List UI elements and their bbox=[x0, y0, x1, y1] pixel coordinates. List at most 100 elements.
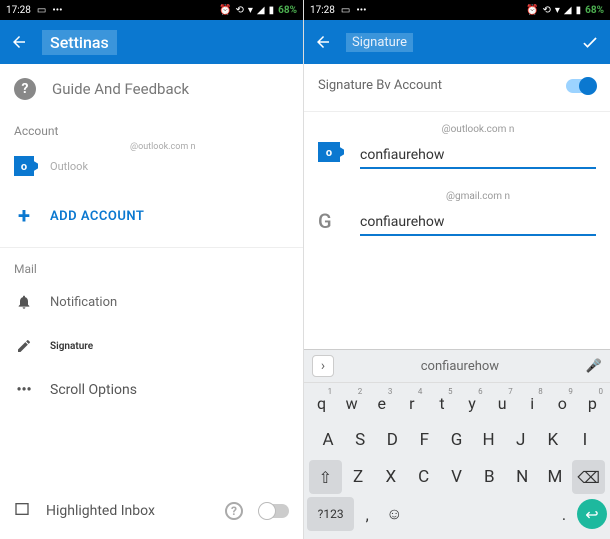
outlook-icon: o bbox=[14, 156, 34, 176]
app-bar: Signature bbox=[304, 20, 610, 64]
guide-feedback-row[interactable]: ? Guide And Feedback bbox=[0, 64, 303, 114]
status-time: 17:28 bbox=[6, 5, 31, 16]
bell-icon bbox=[14, 294, 34, 310]
divider bbox=[0, 247, 303, 248]
key-i[interactable]: i8 bbox=[518, 386, 547, 420]
add-account-row[interactable]: + ADD ACCOUNT bbox=[0, 190, 303, 243]
status-bar: 17:28 ▭ ••• ⏰ ⟲ ▾ ◢ ▮ 68% bbox=[304, 0, 610, 20]
key-f[interactable]: F bbox=[409, 423, 440, 457]
outlook-icon: o bbox=[318, 142, 340, 162]
scroll-options-row[interactable]: ••• Scroll Options bbox=[0, 368, 303, 412]
gmail-email: @gmail.com n bbox=[360, 191, 596, 202]
sync-icon: ⟲ bbox=[542, 5, 550, 16]
mic-icon[interactable]: 🎤 bbox=[586, 359, 602, 374]
sync-icon: ⟲ bbox=[235, 5, 243, 16]
key-c[interactable]: C bbox=[408, 460, 440, 494]
notification-row[interactable]: Notification bbox=[0, 280, 303, 324]
outlook-label: Outlook bbox=[50, 160, 289, 173]
key-v[interactable]: V bbox=[441, 460, 473, 494]
key-m[interactable]: M bbox=[540, 460, 572, 494]
period-key[interactable]: . bbox=[552, 497, 576, 531]
key-o[interactable]: o9 bbox=[548, 386, 577, 420]
key-q[interactable]: q1 bbox=[307, 386, 336, 420]
signal-icon: ◢ bbox=[564, 5, 572, 16]
alarm-icon: ⏰ bbox=[526, 5, 538, 16]
key-s[interactable]: S bbox=[345, 423, 376, 457]
highlighted-inbox-row[interactable]: Highlighted Inbox ? bbox=[0, 489, 303, 533]
wifi-icon: ▾ bbox=[555, 5, 560, 16]
highlighted-inbox-toggle[interactable] bbox=[259, 504, 289, 518]
key-h[interactable]: H bbox=[474, 423, 505, 457]
key-n[interactable]: N bbox=[507, 460, 539, 494]
help-icon: ? bbox=[14, 78, 36, 100]
shift-key[interactable]: ⇧ bbox=[309, 460, 342, 494]
enter-key[interactable]: ↩ bbox=[577, 499, 607, 529]
back-icon[interactable] bbox=[314, 33, 332, 51]
key-p[interactable]: p0 bbox=[578, 386, 607, 420]
alarm-icon: ⏰ bbox=[219, 5, 231, 16]
gmail-icon: G bbox=[318, 209, 340, 231]
key-z[interactable]: Z bbox=[343, 460, 375, 494]
status-more-icon: ••• bbox=[52, 5, 62, 16]
check-icon[interactable] bbox=[580, 32, 600, 52]
section-account: Account bbox=[0, 114, 303, 142]
back-icon[interactable] bbox=[10, 33, 28, 51]
key-x[interactable]: X bbox=[375, 460, 407, 494]
key-i[interactable]: I bbox=[570, 423, 601, 457]
status-more-icon: ••• bbox=[356, 5, 366, 16]
status-time: 17:28 bbox=[310, 5, 335, 16]
pen-icon bbox=[14, 338, 34, 354]
by-account-toggle[interactable] bbox=[566, 79, 596, 93]
status-bar: 17:28 ▭ ••• ⏰ ⟲ ▾ ◢ ▮ 68% bbox=[0, 0, 303, 20]
key-d[interactable]: D bbox=[377, 423, 408, 457]
emoji-key[interactable]: ☺ bbox=[380, 497, 408, 531]
info-icon[interactable]: ? bbox=[225, 502, 243, 520]
expand-suggestions-icon[interactable]: › bbox=[312, 355, 334, 377]
signature-by-account-row[interactable]: Signature Bv Account bbox=[304, 64, 610, 107]
outlook-signature-input[interactable] bbox=[360, 143, 596, 169]
keyboard-row-3: ⇧ ZXCVBNM ⌫ bbox=[307, 460, 607, 494]
backspace-key[interactable]: ⌫ bbox=[572, 460, 605, 494]
highlighted-inbox-label: Highlighted Inbox bbox=[46, 503, 209, 519]
page-title: Signature bbox=[346, 33, 413, 52]
key-y[interactable]: y6 bbox=[458, 386, 487, 420]
status-rect-icon: ▭ bbox=[341, 5, 350, 16]
signature-row[interactable]: Signature bbox=[0, 324, 303, 368]
scroll-options-label: Scroll Options bbox=[50, 382, 289, 398]
keyboard-row-2: ASDFGHJKI bbox=[307, 423, 607, 457]
symbols-key[interactable]: ?123 bbox=[307, 497, 354, 531]
key-a[interactable]: A bbox=[313, 423, 344, 457]
plus-icon: + bbox=[18, 204, 30, 229]
battery-icon: ▮ bbox=[576, 5, 582, 16]
key-u[interactable]: u7 bbox=[488, 386, 517, 420]
battery-pct: 68% bbox=[278, 5, 297, 16]
key-b[interactable]: B bbox=[474, 460, 506, 494]
comma-key[interactable]: , bbox=[355, 497, 379, 531]
key-w[interactable]: w2 bbox=[337, 386, 366, 420]
battery-icon: ▮ bbox=[269, 5, 275, 16]
outlook-email: @outlook.com n bbox=[360, 124, 596, 135]
key-k[interactable]: K bbox=[538, 423, 569, 457]
key-t[interactable]: t5 bbox=[427, 386, 456, 420]
gmail-signature-block: G @gmail.com n bbox=[304, 183, 610, 250]
outlook-email: @outlook.com n bbox=[130, 142, 195, 152]
keyboard: › confiaurehow 🎤 q1w2e3r4t5y6u7i8o9p0 AS… bbox=[304, 349, 610, 539]
app-bar: Settinas bbox=[0, 20, 303, 64]
section-mail: Mail bbox=[0, 252, 303, 280]
status-rect-icon: ▭ bbox=[37, 5, 46, 16]
key-g[interactable]: G bbox=[441, 423, 472, 457]
key-e[interactable]: e3 bbox=[367, 386, 396, 420]
by-account-label: Signature Bv Account bbox=[318, 78, 442, 93]
dots-icon: ••• bbox=[14, 382, 34, 398]
add-account-label: ADD ACCOUNT bbox=[50, 209, 289, 224]
signature-label: Signature bbox=[50, 341, 289, 352]
outlook-account-row[interactable]: o Outlook @outlook.com n bbox=[0, 142, 303, 190]
space-key[interactable] bbox=[409, 497, 551, 531]
suggestion-bar: › confiaurehow 🎤 bbox=[304, 350, 610, 383]
suggestion-word[interactable]: confiaurehow bbox=[334, 359, 586, 374]
guide-label: Guide And Feedback bbox=[52, 80, 289, 98]
battery-pct: 68% bbox=[585, 5, 604, 16]
key-r[interactable]: r4 bbox=[397, 386, 426, 420]
gmail-signature-input[interactable] bbox=[360, 210, 596, 236]
key-j[interactable]: J bbox=[506, 423, 537, 457]
